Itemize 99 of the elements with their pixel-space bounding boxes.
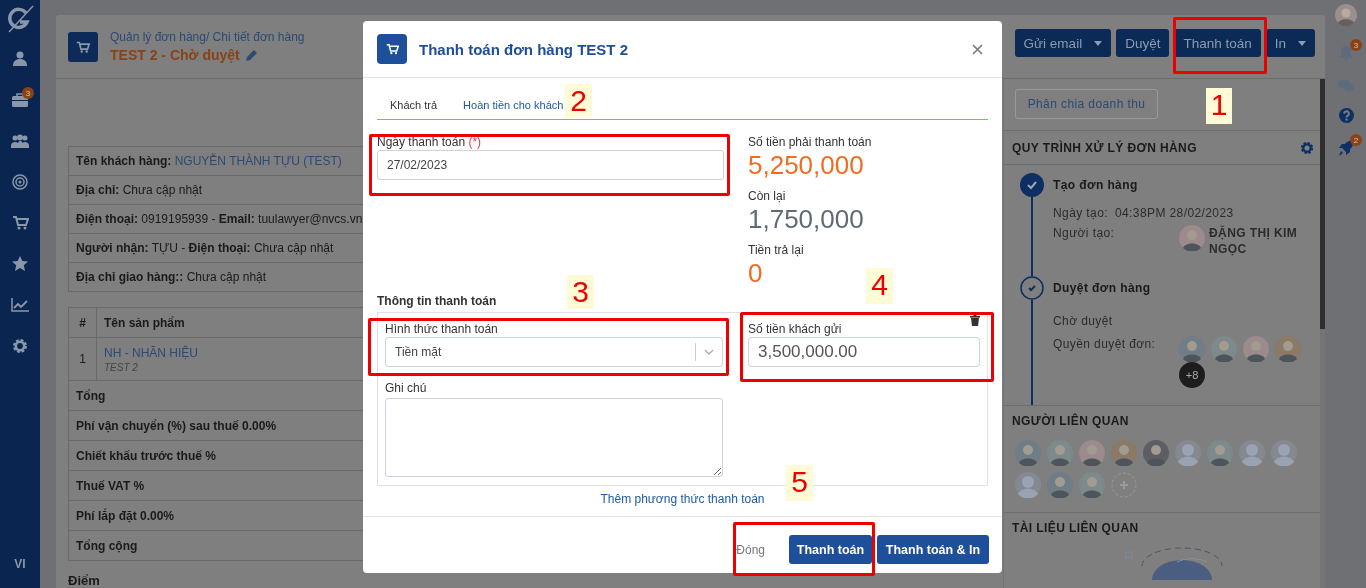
page-title: TEST 2 - Chờ duyệt <box>110 45 240 65</box>
amount-label: Số tiền phải thanh toán <box>748 134 873 150</box>
field-label: Số tiền khách gửi <box>748 321 843 337</box>
user-icon[interactable] <box>13 51 27 66</box>
cart-icon <box>385 43 399 55</box>
avatar <box>1143 440 1169 466</box>
avatar <box>1207 440 1233 466</box>
amount-field[interactable]: 3,500,000.00 <box>748 337 980 367</box>
step-number: 1 <box>1206 88 1232 124</box>
step-number: 4 <box>866 268 893 304</box>
avatar <box>1243 336 1269 362</box>
target-icon[interactable] <box>12 173 28 190</box>
summary-label: Tổng <box>76 388 106 403</box>
settings-icon[interactable] <box>1300 140 1314 155</box>
section-title: Thông tin thanh toán <box>377 293 498 309</box>
creator-name: ĐẶNG THỊ KIM NGỌC <box>1209 225 1299 257</box>
tab[interactable]: Hoàn tiền cho khách <box>463 92 564 119</box>
avatar <box>1179 225 1205 251</box>
amount-value: 5,250,000 <box>748 150 864 180</box>
row-number: 1 <box>79 352 86 366</box>
caret-icon <box>1094 40 1103 46</box>
status-text: Chờ duyệt <box>1053 313 1114 329</box>
action-button[interactable]: In <box>1265 29 1315 57</box>
avatar-placeholder <box>1239 440 1265 466</box>
action-button[interactable]: Duyệt <box>1116 29 1170 57</box>
field-label: Hình thức thanh toán <box>385 321 499 337</box>
cart-icon <box>76 39 90 54</box>
step-number: 5 <box>786 465 813 501</box>
avatar <box>1079 472 1105 498</box>
star-icon[interactable] <box>12 256 28 271</box>
settings-icon[interactable] <box>12 337 28 354</box>
amount-label: Tiền trả lại <box>748 242 805 258</box>
amount-value: 0 <box>748 258 763 288</box>
avatar-placeholder <box>1271 440 1297 466</box>
amount-label: Còn lại <box>748 188 787 204</box>
help-icon[interactable] <box>1338 108 1354 123</box>
customer-info-text: Địa chỉ: Chưa cập nhật <box>76 183 203 197</box>
users-icon[interactable] <box>11 133 29 148</box>
avatar <box>1275 336 1301 362</box>
customer-info-text: Địa chỉ giao hàng:: Chưa cập nhật <box>76 270 267 284</box>
trash-icon[interactable] <box>970 315 980 326</box>
submit-button[interactable]: Thanh toán <box>789 535 872 564</box>
user-avatar[interactable] <box>1335 4 1357 26</box>
step-title: Duyệt đơn hàng <box>1053 280 1152 297</box>
submit-button[interactable]: Thanh toán & In <box>877 535 989 564</box>
field-label: Ghi chú <box>385 380 428 396</box>
step-title: Tạo đơn hàng <box>1053 177 1139 194</box>
avatar <box>1111 440 1137 466</box>
avatar <box>1015 440 1041 466</box>
detail-label: Quyền duyệt đơn: <box>1053 336 1157 353</box>
section-title: NGƯỜI LIÊN QUAN <box>1012 414 1129 428</box>
detail-label: Người tạo: <box>1053 225 1116 242</box>
tab[interactable]: Khách trả <box>390 92 438 119</box>
close-icon[interactable] <box>972 43 983 55</box>
close-link[interactable]: Đóng <box>736 542 765 557</box>
summary-label: Phí lắp đặt 0.00% <box>76 508 175 523</box>
avatar <box>1079 440 1105 466</box>
count-badge: 3 <box>1350 39 1362 51</box>
summary-label: Chiết khấu trước thuế % <box>76 448 216 463</box>
section-title: TÀI LIỆU LIÊN QUAN <box>1012 521 1139 535</box>
detail-label: Ngày tạo: <box>1053 205 1108 221</box>
payment-method-select[interactable]: Tiền mặt <box>385 337 723 367</box>
column-header: # <box>79 315 86 330</box>
detail-value: 04:38PM 28/02/2023 <box>1114 205 1234 221</box>
step-number: 3 <box>567 275 594 309</box>
customer-info-text: Người nhận: TỰU - Điện thoại: Chưa cập nhật <box>76 241 334 255</box>
avatar <box>1211 336 1237 362</box>
note-field[interactable] <box>385 398 723 477</box>
logo-icon[interactable] <box>5 4 35 34</box>
column-header: Tên sản phẩm <box>104 315 185 330</box>
date-field[interactable]: 27/02/2023 <box>377 150 724 180</box>
action-button[interactable]: Gửi email <box>1014 29 1112 57</box>
avatar-placeholder <box>1175 440 1201 466</box>
caret-icon <box>1298 40 1306 46</box>
avatar-placeholder <box>1015 472 1041 498</box>
step-number: 2 <box>565 84 592 118</box>
rocket-icon[interactable] <box>1338 140 1354 156</box>
field-label: Ngày thanh toán <box>377 135 466 149</box>
customer-info-text: Điện thoại: 0919195939 - Email: tuulawyer@nvcs.vn <box>76 212 363 226</box>
more-count[interactable]: +8 <box>1179 362 1205 388</box>
count-badge: 2 <box>1350 134 1362 146</box>
chart-icon[interactable] <box>11 297 29 312</box>
summary-label: Tổng cộng <box>76 538 138 553</box>
action-button[interactable]: Thanh toán <box>1174 29 1261 57</box>
dialog-title: Thanh toán đơn hàng TEST 2 <box>419 40 628 58</box>
avatar <box>1047 440 1073 466</box>
avatar <box>1179 336 1205 362</box>
customer-info-text: Tên khách hàng: NGUYỄN THÀNH TỰU (TEST) <box>76 154 342 168</box>
count-badge: 3 <box>22 87 34 99</box>
amount-value: 1,750,000 <box>748 204 864 234</box>
points-label: Điểm <box>68 573 101 588</box>
avatar <box>1047 472 1073 498</box>
cart-icon[interactable] <box>11 215 29 230</box>
summary-label: Phí vận chuyển (%) sau thuế 0.00% <box>76 418 277 433</box>
language-label[interactable]: VI <box>14 557 26 571</box>
summary-label: Thuế VAT % <box>76 478 145 493</box>
chevron-down-icon <box>704 349 714 355</box>
section-title: QUY TRÌNH XỬ LÝ ĐƠN HÀNG <box>1012 140 1197 155</box>
required-mark: (*) <box>468 135 482 149</box>
